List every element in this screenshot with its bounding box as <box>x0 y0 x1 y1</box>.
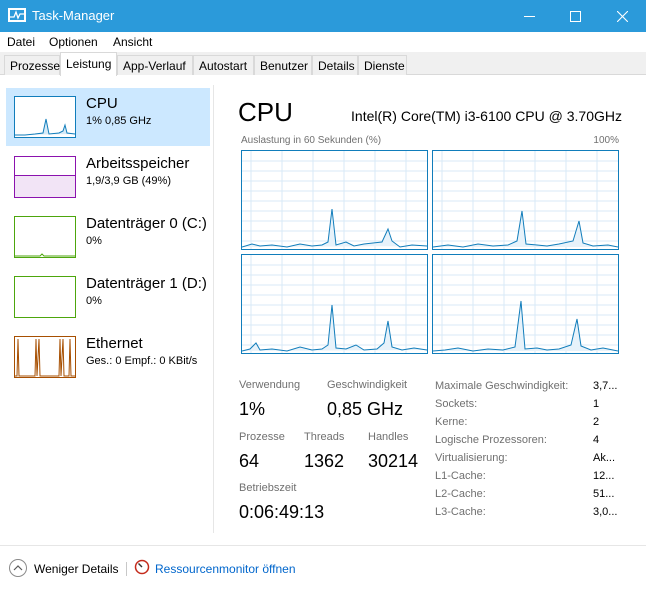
cpu-thumbnail <box>14 96 76 138</box>
resource-monitor-icon <box>134 559 150 575</box>
tab-dienste[interactable]: Dienste <box>358 55 407 75</box>
sidebar-memory-sub: 1,9/3,9 GB (49%) <box>86 175 171 187</box>
chevron-up-icon <box>13 565 23 571</box>
tab-bar: Prozesse Leistung App-Verlauf Autostart … <box>0 52 646 76</box>
spec-value: 4 <box>593 434 600 446</box>
graph-max-label: 100% <box>593 135 619 146</box>
sidebar-item-cpu[interactable]: CPU 1% 0,85 GHz <box>6 88 210 146</box>
spec-value: 12... <box>593 470 615 482</box>
spec-value: Ak... <box>593 452 616 464</box>
tab-benutzer[interactable]: Benutzer <box>254 55 312 75</box>
detail-title: CPU <box>238 97 293 127</box>
menu-ansicht[interactable]: Ansicht <box>113 35 152 49</box>
task-manager-icon <box>8 8 26 22</box>
spec-value: 2 <box>593 416 600 428</box>
minimize-button[interactable] <box>506 0 552 32</box>
cpu-graph-core-3 <box>432 254 619 354</box>
menu-bar: Datei Optionen Ansicht <box>0 32 646 52</box>
cpu-graph-core-1 <box>432 150 619 250</box>
close-button[interactable] <box>599 0 645 32</box>
spec-key: Kerne: <box>435 416 468 428</box>
sidebar-ethernet-sub: Ges.: 0 Empf.: 0 KBit/s <box>86 355 198 367</box>
maximize-button[interactable] <box>552 0 598 32</box>
sidebar-disk-d-title: Datenträger 1 (D:) <box>86 275 207 292</box>
sidebar-memory-title: Arbeitsspeicher <box>86 155 190 172</box>
spec-key: L2-Cache: <box>435 488 486 500</box>
spec-value: 3,7... <box>593 380 618 392</box>
fewer-details-button[interactable] <box>9 559 27 577</box>
threads-label: Threads <box>304 431 345 443</box>
sidebar-disk-d-sub: 0% <box>86 295 102 307</box>
cpu-model: Intel(R) Core(TM) i3-6100 CPU @ 3.70GHz <box>351 108 622 124</box>
fewer-details-link[interactable]: Weniger Details <box>34 562 118 576</box>
spec-key: Virtualisierung: <box>435 452 508 464</box>
disk-c-thumbnail <box>14 216 76 258</box>
usage-label: Verwendung <box>239 379 301 391</box>
menu-datei[interactable]: Datei <box>7 35 35 49</box>
maximize-icon <box>569 10 581 22</box>
menu-optionen[interactable]: Optionen <box>49 35 98 49</box>
sidebar-item-ethernet[interactable]: Ethernet Ges.: 0 Empf.: 0 KBit/s <box>6 328 210 386</box>
sidebar-cpu-sub: 1% 0,85 GHz <box>86 115 152 127</box>
window-title: Task-Manager <box>32 8 115 23</box>
panel-divider <box>213 85 214 533</box>
tab-prozesse[interactable]: Prozesse <box>4 55 60 75</box>
spec-key: Logische Prozessoren: <box>435 434 547 446</box>
tab-autostart[interactable]: Autostart <box>193 55 254 75</box>
footer-separator <box>126 562 127 576</box>
title-bar: Task-Manager <box>0 0 646 32</box>
processes-value: 64 <box>239 451 260 471</box>
handles-label: Handles <box>368 431 409 443</box>
cpu-graph-core-0 <box>241 150 428 250</box>
sidebar-item-disk-c[interactable]: Datenträger 0 (C:) 0% <box>6 208 210 266</box>
spec-value: 51... <box>593 488 615 500</box>
sidebar-item-memory[interactable]: Arbeitsspeicher 1,9/3,9 GB (49%) <box>6 148 210 206</box>
processes-label: Prozesse <box>239 431 285 443</box>
spec-key: L3-Cache: <box>435 506 486 518</box>
spec-value: 1 <box>593 398 600 410</box>
spec-key: Sockets: <box>435 398 478 410</box>
spec-key: L1-Cache: <box>435 470 486 482</box>
disk-d-thumbnail <box>14 276 76 318</box>
resource-monitor-link[interactable]: Ressourcenmonitor öffnen <box>155 562 296 576</box>
performance-panel: CPU 1% 0,85 GHz Arbeitsspeicher 1,9/3,9 … <box>0 75 646 545</box>
footer-bar: Weniger Details Ressourcenmonitor öffnen <box>0 545 646 593</box>
sidebar-disk-c-title: Datenträger 0 (C:) <box>86 215 207 232</box>
memory-thumbnail <box>14 156 76 198</box>
speed-label: Geschwindigkeit <box>327 379 408 391</box>
sidebar-disk-c-sub: 0% <box>86 235 102 247</box>
minimize-icon <box>523 15 535 17</box>
cpu-graph-core-2 <box>241 254 428 354</box>
threads-value: 1362 <box>304 451 345 471</box>
usage-value: 1% <box>239 399 266 419</box>
handles-value: 30214 <box>368 451 419 471</box>
sidebar-ethernet-title: Ethernet <box>86 335 143 352</box>
uptime-value: 0:06:49:13 <box>239 502 325 522</box>
close-icon <box>616 10 628 22</box>
tab-app-verlauf[interactable]: App-Verlauf <box>117 55 193 75</box>
sidebar-cpu-title: CPU <box>86 95 118 112</box>
tab-leistung[interactable]: Leistung <box>60 52 117 76</box>
spec-value: 3,0... <box>593 506 618 518</box>
uptime-label: Betriebszeit <box>239 482 297 494</box>
sidebar-item-disk-d[interactable]: Datenträger 1 (D:) 0% <box>6 268 210 326</box>
spec-key: Maximale Geschwindigkeit: <box>435 380 569 392</box>
speed-value: 0,85 GHz <box>327 399 404 419</box>
tab-details[interactable]: Details <box>312 55 358 75</box>
ethernet-thumbnail <box>14 336 76 378</box>
graph-label: Auslastung in 60 Sekunden (%) <box>241 135 382 146</box>
